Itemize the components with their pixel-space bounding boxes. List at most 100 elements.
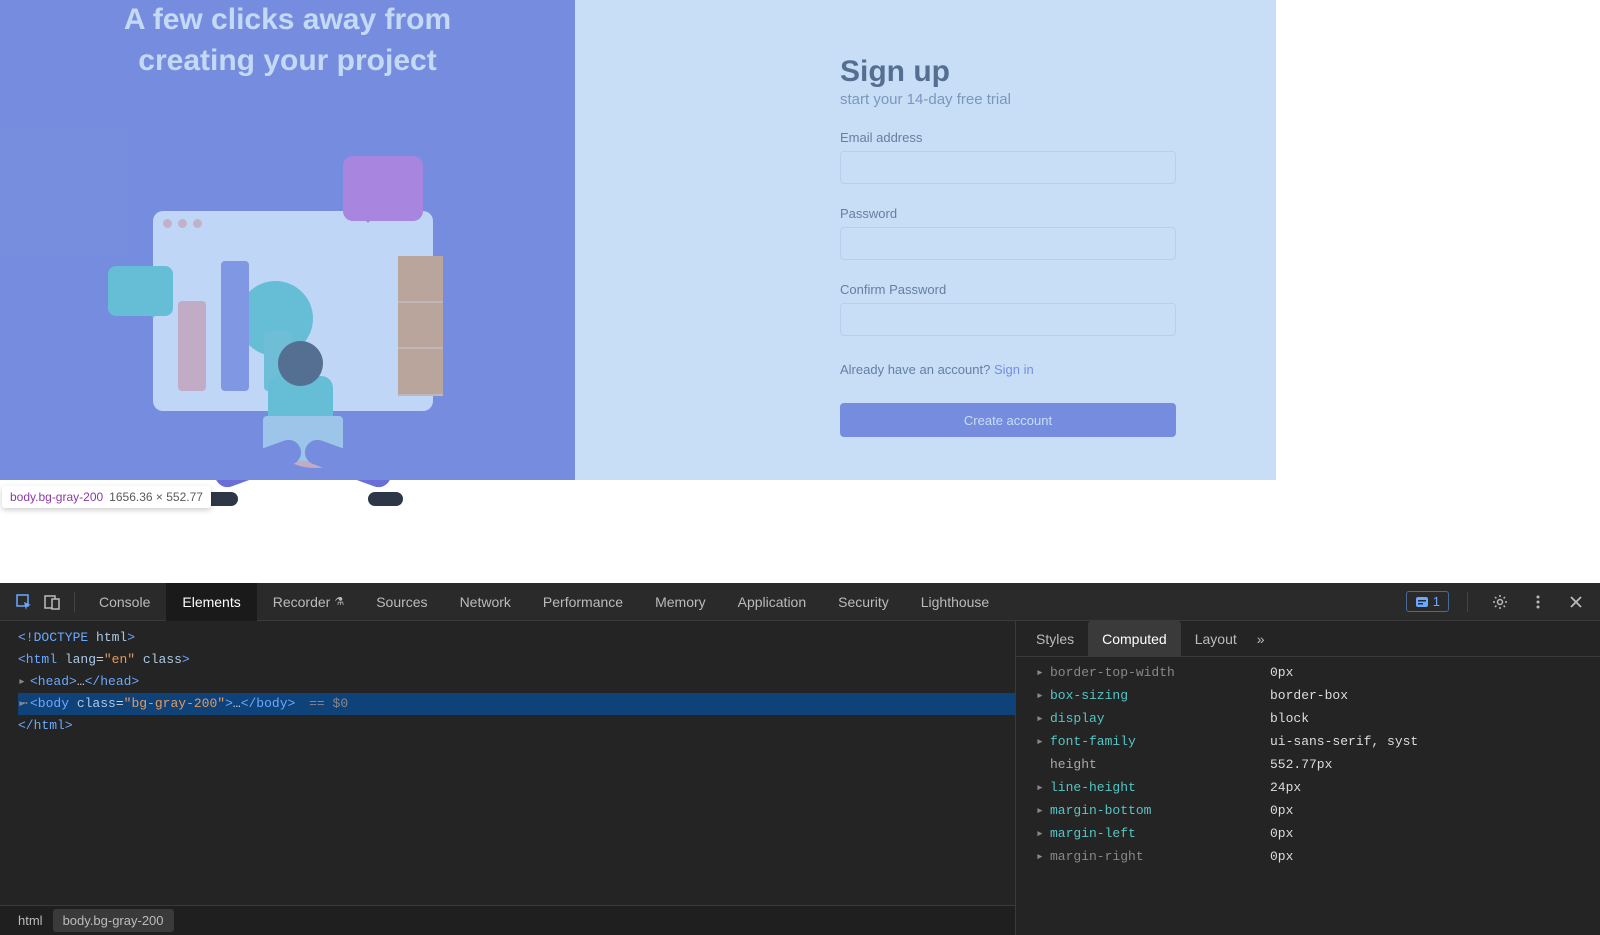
signin-link[interactable]: Sign in xyxy=(994,362,1034,377)
inspect-icon xyxy=(15,593,33,611)
tab-console[interactable]: Console xyxy=(83,583,166,621)
close-devtools-button[interactable] xyxy=(1562,588,1590,616)
tab-separator xyxy=(74,592,75,612)
hero-illustration xyxy=(133,171,443,480)
expand-caret-icon[interactable]: ▸ xyxy=(1036,665,1050,680)
tree-head[interactable]: ▸<head>…</head> xyxy=(18,671,1015,693)
computed-row[interactable]: ▸margin-right0px xyxy=(1036,845,1600,868)
tab-application[interactable]: Application xyxy=(722,583,823,621)
device-toolbar-button[interactable] xyxy=(38,588,66,616)
computed-prop-value: 0px xyxy=(1270,803,1293,818)
sidebar-tabs: Styles Computed Layout » xyxy=(1016,621,1600,657)
computed-prop-name: border-top-width xyxy=(1050,665,1270,680)
expand-caret-icon[interactable]: ▸ xyxy=(1036,734,1050,749)
devtools-tabbar: Console Elements Recorder ⚗ Sources Netw… xyxy=(0,583,1600,621)
tree-html-close[interactable]: </html> xyxy=(18,715,1015,737)
close-icon xyxy=(1568,594,1584,610)
tab-memory[interactable]: Memory xyxy=(639,583,722,621)
crumb-html[interactable]: html xyxy=(8,909,53,932)
expand-caret-icon[interactable]: ▸ xyxy=(1036,826,1050,841)
tab-elements[interactable]: Elements xyxy=(166,583,256,621)
expand-caret-icon[interactable]: ▸ xyxy=(1036,688,1050,703)
create-account-button[interactable]: Create account xyxy=(840,403,1176,437)
computed-prop-value: border-box xyxy=(1270,688,1348,703)
computed-row[interactable]: ▸border-top-width0px xyxy=(1036,661,1600,684)
email-label: Email address xyxy=(840,130,1176,145)
devtools-panel: Console Elements Recorder ⚗ Sources Netw… xyxy=(0,583,1600,935)
left-hero-panel: A few clicks away from creating your pro… xyxy=(0,0,575,480)
computed-prop-name: box-sizing xyxy=(1050,688,1270,703)
computed-prop-value: ui-sans-serif, syst xyxy=(1270,734,1418,749)
inspect-element-button[interactable] xyxy=(10,588,38,616)
browser-viewport: A few clicks away from creating your pro… xyxy=(0,0,1438,583)
email-group: Email address xyxy=(840,130,1176,184)
device-icon xyxy=(43,593,61,611)
expand-caret-icon[interactable]: ▸ xyxy=(1036,711,1050,726)
password-label: Password xyxy=(840,206,1176,221)
computed-prop-value: block xyxy=(1270,711,1309,726)
tree-body[interactable]: ⋯▸<body class="bg-gray-200">…</body> == … xyxy=(18,693,1015,715)
side-tabs-more[interactable]: » xyxy=(1257,631,1265,647)
issues-badge[interactable]: 1 xyxy=(1406,591,1449,612)
side-tab-computed[interactable]: Computed xyxy=(1088,621,1181,657)
expand-caret-icon[interactable]: ▸ xyxy=(1036,780,1050,795)
confirm-password-label: Confirm Password xyxy=(840,282,1176,297)
computed-prop-name: margin-left xyxy=(1050,826,1270,841)
tooltip-dimensions: 1656.36 × 552.77 xyxy=(109,490,203,504)
computed-row[interactable]: ▸box-sizingborder-box xyxy=(1036,684,1600,707)
password-field[interactable] xyxy=(840,227,1176,260)
computed-prop-name: margin-right xyxy=(1050,849,1270,864)
tab-network[interactable]: Network xyxy=(444,583,527,621)
tab-security[interactable]: Security xyxy=(822,583,905,621)
styles-sidebar: Styles Computed Layout » ▸border-top-wid… xyxy=(1016,621,1600,935)
computed-prop-name: font-family xyxy=(1050,734,1270,749)
computed-row[interactable]: ▸font-familyui-sans-serif, syst xyxy=(1036,730,1600,753)
issues-icon xyxy=(1415,595,1429,609)
tree-doctype[interactable]: <!DOCTYPE html> xyxy=(18,627,1015,649)
crumb-body[interactable]: body.bg-gray-200 xyxy=(53,909,174,932)
computed-prop-name: display xyxy=(1050,711,1270,726)
settings-button[interactable] xyxy=(1486,588,1514,616)
computed-row[interactable]: ▸displayblock xyxy=(1036,707,1600,730)
password-group: Password xyxy=(840,206,1176,260)
breadcrumb: html body.bg-gray-200 xyxy=(0,905,1015,935)
computed-prop-name: line-height xyxy=(1050,780,1270,795)
confirm-password-group: Confirm Password xyxy=(840,282,1176,336)
hero-title: A few clicks away from creating your pro… xyxy=(124,0,451,81)
side-tab-layout[interactable]: Layout xyxy=(1181,621,1251,657)
kebab-icon xyxy=(1529,593,1547,611)
hero-title-line1: A few clicks away from xyxy=(124,3,451,36)
tab-lighthouse[interactable]: Lighthouse xyxy=(905,583,1006,621)
tooltip-selector: body.bg-gray-200 xyxy=(10,490,103,504)
expand-caret-icon[interactable]: ▸ xyxy=(1036,803,1050,818)
more-button[interactable] xyxy=(1524,588,1552,616)
expand-caret-icon[interactable]: ▸ xyxy=(1036,849,1050,864)
computed-row[interactable]: ▸margin-bottom0px xyxy=(1036,799,1600,822)
computed-prop-name: height xyxy=(1050,757,1270,772)
computed-row[interactable]: height552.77px xyxy=(1036,753,1600,776)
computed-list[interactable]: ▸border-top-width0px▸box-sizingborder-bo… xyxy=(1016,657,1600,935)
email-field[interactable] xyxy=(840,151,1176,184)
devtools-body: <!DOCTYPE html> <html lang="en" class> ▸… xyxy=(0,621,1600,935)
computed-prop-value: 0px xyxy=(1270,665,1293,680)
gear-icon xyxy=(1491,593,1509,611)
computed-row[interactable]: ▸line-height24px xyxy=(1036,776,1600,799)
tab-recorder[interactable]: Recorder ⚗ xyxy=(257,583,360,621)
side-tab-styles[interactable]: Styles xyxy=(1022,621,1088,657)
confirm-password-field[interactable] xyxy=(840,303,1176,336)
tab-sources[interactable]: Sources xyxy=(360,583,443,621)
computed-prop-value: 0px xyxy=(1270,826,1293,841)
tree-html[interactable]: <html lang="en" class> xyxy=(18,649,1015,671)
dom-tree[interactable]: <!DOCTYPE html> <html lang="en" class> ▸… xyxy=(0,621,1015,905)
already-text: Already have an account? xyxy=(840,362,994,377)
computed-prop-value: 0px xyxy=(1270,849,1293,864)
tab-performance[interactable]: Performance xyxy=(527,583,639,621)
already-have-account: Already have an account? Sign in xyxy=(840,362,1438,377)
signup-heading: Sign up xyxy=(840,55,1438,89)
devtools-right-controls: 1 xyxy=(1406,588,1590,616)
computed-row[interactable]: ▸margin-left0px xyxy=(1036,822,1600,845)
computed-prop-name: margin-bottom xyxy=(1050,803,1270,818)
computed-prop-value: 24px xyxy=(1270,780,1301,795)
hero-title-line2: creating your project xyxy=(138,44,436,77)
element-inspect-tooltip: body.bg-gray-200 1656.36 × 552.77 xyxy=(2,486,211,508)
